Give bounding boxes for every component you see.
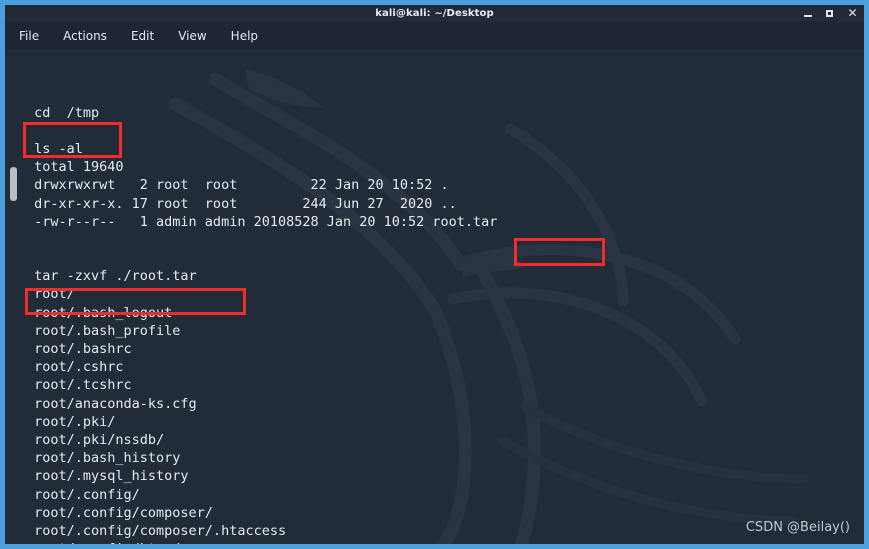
terminal-line: root/anaconda-ks.cfg (26, 395, 197, 412)
terminal-output: cd /tmp ls -al total 19640 drwxrwxrwt 2 … (26, 49, 864, 544)
terminal-line: root/.bash_profile (26, 322, 181, 339)
terminal-line: root/.config/ (26, 486, 140, 503)
maximize-icon[interactable] (825, 8, 836, 19)
terminal-line: root/.tcshrc (26, 377, 132, 394)
terminal-line: root/.config/composer/.htaccess (26, 522, 287, 539)
menu-item-view[interactable]: View (177, 27, 207, 45)
terminal-line: root/.bash_history (26, 450, 181, 467)
close-icon[interactable]: ✕ (847, 7, 858, 19)
csdn-watermark: CSDN @Beilay() (745, 520, 850, 535)
terminal-line: root/.bash_logout (26, 304, 173, 321)
window-title: kali@kali: ~/Desktop (375, 8, 494, 19)
terminal-line: root/.config/htop/ (26, 540, 864, 544)
terminal-line: root/.config/composer/ (26, 504, 213, 521)
menu-item-help[interactable]: Help (230, 27, 259, 45)
terminal-line: tar -zxvf ./root.tar (26, 268, 197, 285)
terminal-line: root/.cshrc (26, 359, 124, 376)
title-bar[interactable]: kali@kali: ~/Desktop ✕ (5, 5, 864, 22)
terminal-line: root/.pki/nssdb/ (26, 431, 165, 448)
terminal-window: kali@kali: ~/Desktop ✕ File Actions Edit… (0, 0, 869, 549)
terminal-line: ls -al (26, 140, 83, 157)
terminal-line: -rw-r--r-- 1 admin admin 20108528 Jan 20… (26, 213, 498, 230)
terminal-line: drwxrwxrwt 2 root root 22 Jan 20 10:52 . (26, 177, 449, 194)
menu-item-file[interactable]: File (18, 27, 40, 45)
terminal-line: root/.mysql_history (26, 468, 189, 485)
terminal-body[interactable]: cd /tmp ls -al total 19640 drwxrwxrwt 2 … (5, 49, 864, 544)
minimize-icon[interactable] (803, 8, 814, 19)
menu-bar: File Actions Edit View Help (5, 22, 864, 49)
terminal-line: cd /tmp (26, 104, 100, 121)
terminal-line: dr-xr-xr-x. 17 root root 244 Jun 27 2020… (26, 195, 457, 212)
scrollbar-thumb[interactable] (10, 167, 17, 201)
terminal-line: root/.bashrc (26, 341, 132, 357)
menu-item-actions[interactable]: Actions (62, 27, 108, 45)
terminal-line: root/.pki/ (26, 413, 116, 430)
window-controls: ✕ (803, 5, 858, 22)
menu-item-edit[interactable]: Edit (130, 27, 155, 45)
terminal-scrollbar[interactable] (9, 49, 18, 544)
terminal-line: total 19640 (26, 159, 124, 176)
terminal-line: root/ (26, 286, 75, 303)
